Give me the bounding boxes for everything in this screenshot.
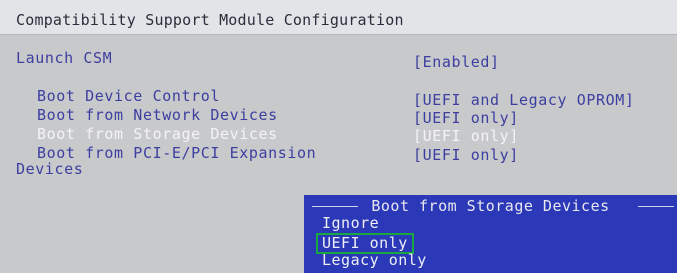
boot-device-control-label[interactable]: Boot Device Control xyxy=(37,87,220,105)
popup-title: Boot from Storage Devices xyxy=(371,197,610,215)
header-bar: Compatibility Support Module Configurati… xyxy=(0,0,677,34)
boot-network-value[interactable]: [UEFI only] xyxy=(413,109,519,127)
boot-pcie-value[interactable]: [UEFI only] xyxy=(413,146,519,164)
popup-option-ignore[interactable]: Ignore xyxy=(322,214,379,232)
popup-option-legacy-only[interactable]: Legacy only xyxy=(322,251,427,269)
boot-device-control-value[interactable]: [UEFI and Legacy OPROM] xyxy=(413,91,635,109)
boot-network-label[interactable]: Boot from Network Devices xyxy=(37,106,278,124)
popup-title-rule-right xyxy=(638,206,674,207)
launch-csm-label[interactable]: Launch CSM xyxy=(16,49,112,67)
boot-storage-label[interactable]: Boot from Storage Devices xyxy=(37,125,278,143)
launch-csm-value[interactable]: [Enabled] xyxy=(413,53,500,71)
boot-storage-popup: Boot from Storage Devices Ignore UEFI on… xyxy=(304,195,677,273)
boot-storage-value[interactable]: [UEFI only] xyxy=(413,127,519,145)
header-divider xyxy=(0,34,677,35)
page-title: Compatibility Support Module Configurati… xyxy=(16,11,404,29)
boot-pcie-label-continued[interactable]: Devices xyxy=(16,160,83,178)
